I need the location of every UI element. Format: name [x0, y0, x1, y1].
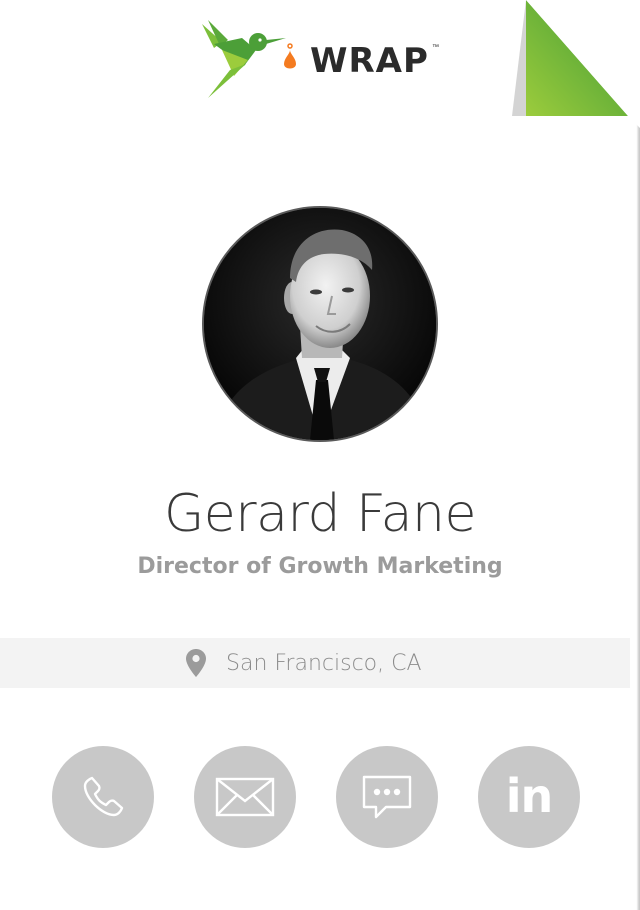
call-button[interactable] — [52, 746, 154, 848]
email-icon — [215, 777, 275, 817]
profile-name: Gerard Fane — [164, 484, 476, 544]
hummingbird-logo-icon — [202, 20, 296, 98]
logo-wordmark: WRAP — [310, 41, 429, 81]
wrap-logo: WRAP ™ — [200, 20, 445, 100]
sms-button[interactable] — [336, 746, 438, 848]
sms-icon — [362, 775, 412, 819]
location-pin-icon — [186, 649, 206, 677]
location-row: San Francisco, CA — [186, 638, 422, 688]
linkedin-icon: in — [505, 769, 554, 823]
linkedin-button[interactable]: in — [478, 746, 580, 848]
profile-photo — [202, 206, 438, 442]
location-text: San Francisco, CA — [226, 650, 422, 676]
profile-job-title: Director of Growth Marketing — [137, 554, 503, 579]
phone-icon — [83, 776, 124, 817]
contact-card-page: WRAP ™ Gerard Fane Director of Growth Ma… — [0, 0, 640, 910]
logo-trademark: ™ — [432, 44, 439, 51]
email-button[interactable] — [194, 746, 296, 848]
folded-corner[interactable] — [512, 0, 640, 128]
location-bar: San Francisco, CA — [0, 638, 630, 688]
